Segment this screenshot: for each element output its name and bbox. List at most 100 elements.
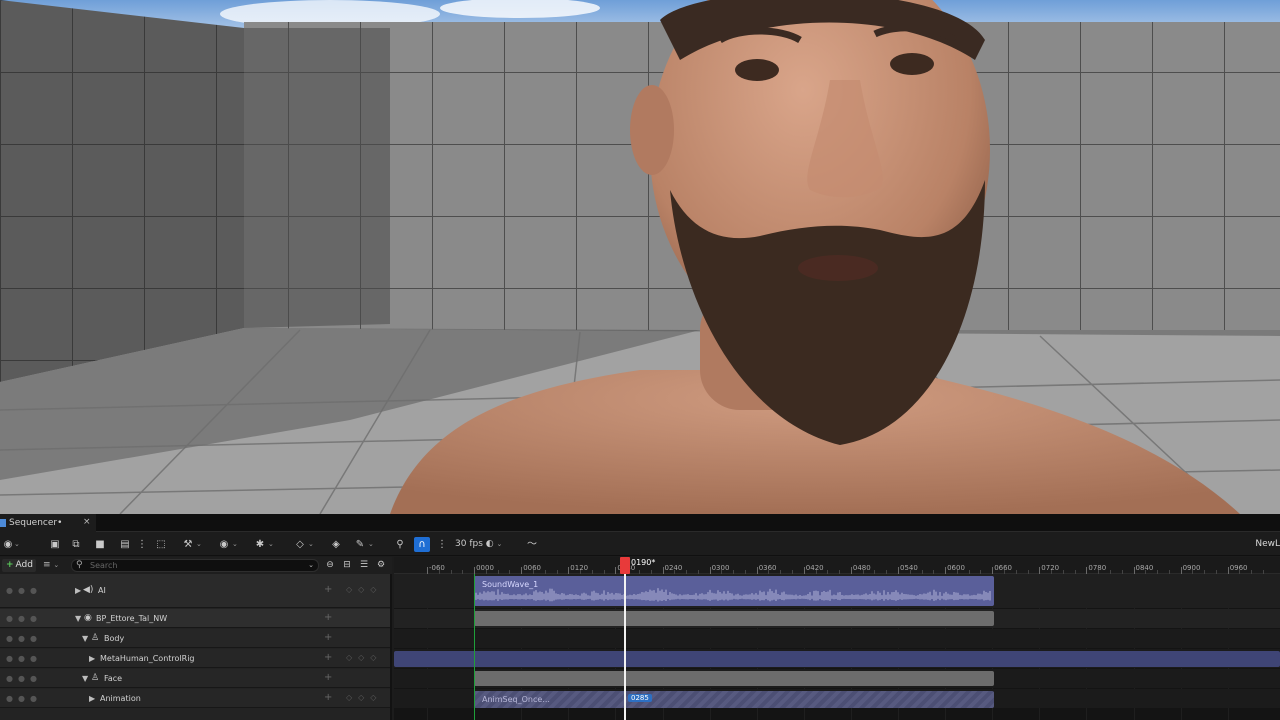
playback-options-icon[interactable]: ✱ <box>252 537 268 552</box>
track-label: Body <box>104 634 125 643</box>
sequencer-tab[interactable]: Sequencer• × <box>0 514 96 532</box>
track-controls[interactable]: ●●● <box>6 694 42 703</box>
track-label: Animation <box>100 694 141 703</box>
add-key-icon[interactable]: + <box>324 672 332 683</box>
key-interp-dropdown-icon[interactable]: ⌄ <box>308 537 314 552</box>
ruler-major-tick <box>1180 567 1182 574</box>
collapse-arrow-icon[interactable]: ▼ <box>75 614 81 623</box>
ruler-major-tick <box>1133 567 1135 574</box>
sequencer-toolbar: ◉ ⌄ ▣ ⧉ ■ ▤ ⋮ ⬚ ⚒ ⌄ ◉ ⌄ ✱ ⌄ ◇ ⌄ ◈ ✎ ⌄ ⚲ … <box>0 533 1280 556</box>
toggle-icon[interactable]: ⊟ <box>341 560 353 571</box>
list-icon[interactable]: ☰ <box>358 560 370 571</box>
camera-icon[interactable]: ■ <box>92 537 108 552</box>
expand-arrow-icon[interactable]: ▶ <box>75 586 81 595</box>
track-controls[interactable]: ●●● <box>6 586 42 595</box>
track-controls[interactable]: ●●● <box>6 674 42 683</box>
frame-rate-selector[interactable]: 30 fps ◐ ⌄ <box>455 537 502 552</box>
track-controls[interactable]: ●●● <box>6 654 42 663</box>
key-navigation[interactable]: ◇◇◇ <box>346 653 382 662</box>
playhead-line[interactable] <box>624 574 626 720</box>
track-label: Face <box>104 674 123 683</box>
key-interpolation-icon[interactable]: ◇ <box>292 537 308 552</box>
audio-waveform <box>475 588 991 602</box>
track-row-audio[interactable]: ●●● ▶ ◀) AI + ◇◇◇ <box>0 574 390 608</box>
face-section-bar[interactable] <box>474 671 994 686</box>
wrench-icon[interactable]: ⚒ <box>180 537 196 552</box>
sequencer-tab-title: Sequencer <box>9 518 58 528</box>
snap-options-icon[interactable]: ⋮ <box>434 537 450 552</box>
track-controls[interactable]: ●●● <box>6 614 42 623</box>
track-row-animation[interactable]: ●●● ▶ Animation + ◇◇◇ <box>0 689 390 708</box>
timeline-area[interactable]: -060000000600120018002400300036004200480… <box>394 557 1280 720</box>
edit-mode-dropdown-icon[interactable]: ⌄ <box>368 537 374 552</box>
ruler-major-tick <box>1039 567 1041 574</box>
settings-gear-icon[interactable]: ⚙ <box>375 560 387 571</box>
close-tab-icon[interactable]: × <box>83 517 91 527</box>
render-movie-icon[interactable]: ▤ <box>117 537 133 552</box>
ruler-major-tick <box>474 567 476 574</box>
filter-button[interactable]: ≡ ⌄ <box>43 559 65 572</box>
playback-dropdown-icon[interactable]: ⌄ <box>268 537 274 552</box>
fps-dropdown-icon: ⌄ <box>496 540 503 548</box>
snap-icon[interactable]: ∩ <box>414 537 430 552</box>
ruler-major-tick <box>1086 567 1088 574</box>
time-ruler[interactable]: -060000000600120018002400300036004200480… <box>394 557 1280 574</box>
add-key-icon[interactable]: + <box>324 692 332 703</box>
export-icon[interactable]: ⬚ <box>153 537 169 552</box>
expand-arrow-icon[interactable]: ▶ <box>89 654 95 663</box>
add-track-button[interactable]: + Add <box>2 559 36 572</box>
view-options-icon[interactable]: ◉ <box>216 537 232 552</box>
playhead-handle[interactable] <box>620 557 630 574</box>
search-icon: ⚲ <box>76 560 83 570</box>
view-dropdown-icon[interactable]: ⌄ <box>232 537 238 552</box>
add-key-icon[interactable]: + <box>324 584 332 595</box>
plus-icon: + <box>6 560 14 570</box>
track-row-actor[interactable]: ●●● ▼ ◉ BP_Ettore_Tal_NW + <box>0 609 390 628</box>
search-placeholder: Search <box>90 561 118 570</box>
track-search-input[interactable]: ⚲ Search ⌄ <box>71 559 319 572</box>
ruler-major-tick <box>1227 567 1229 574</box>
controlrig-section[interactable] <box>394 651 1280 667</box>
track-controls[interactable]: ●●● <box>6 634 42 643</box>
wrench-dropdown-icon[interactable]: ⌄ <box>196 537 202 552</box>
sequencer-panel: Sequencer• × ◉ ⌄ ▣ ⧉ ■ ▤ ⋮ ⬚ ⚒ ⌄ ◉ ⌄ ✱ ⌄… <box>0 514 1280 720</box>
key-navigation[interactable]: ◇◇◇ <box>346 693 382 702</box>
playback-start-marker[interactable] <box>474 574 475 720</box>
key-navigation[interactable]: ◇◇◇ <box>346 585 382 594</box>
add-key-icon[interactable]: + <box>324 612 332 623</box>
edit-mode-icon[interactable]: ✎ <box>352 537 368 552</box>
ruler-major-tick <box>615 567 617 574</box>
collapse-arrow-icon[interactable]: ▼ <box>82 674 88 683</box>
more-options-icon[interactable]: ⋮ <box>134 537 150 552</box>
collapse-icon[interactable]: ⊖ <box>324 560 336 571</box>
animation-section[interactable]: AnimSeq_Once... 0285 <box>474 691 994 708</box>
fps-lock-icon: ◐ <box>485 539 494 549</box>
add-key-icon[interactable]: + <box>324 632 332 643</box>
add-key-icon[interactable]: + <box>324 652 332 663</box>
ruler-major-tick <box>709 567 711 574</box>
ruler-major-tick <box>992 567 994 574</box>
track-row-controlrig[interactable]: ●●● ▶ MetaHuman_ControlRig + ◇◇◇ <box>0 649 390 668</box>
curve-editor-icon[interactable]: 〜 <box>524 537 540 552</box>
frame-badge: 0285 <box>628 694 652 702</box>
ruler-major-tick <box>521 567 523 574</box>
track-row-body[interactable]: ●●● ▼ ♙ Body + <box>0 629 390 648</box>
track-row-face[interactable]: ●●● ▼ ♙ Face + <box>0 669 390 688</box>
collapse-arrow-icon[interactable]: ▼ <box>82 634 88 643</box>
world-dropdown-icon[interactable]: ⌄ <box>14 537 20 552</box>
ruler-major-tick <box>850 567 852 574</box>
audio-section[interactable]: SoundWave_1 <box>474 576 994 606</box>
expand-arrow-icon[interactable]: ▶ <box>89 694 95 703</box>
current-frame-marker: * <box>651 558 656 567</box>
save-icon[interactable]: ▣ <box>47 537 63 552</box>
current-frame-label: 0190* <box>631 558 655 567</box>
ruler-major-tick <box>427 567 428 574</box>
search-dropdown-icon: ⌄ <box>308 561 314 569</box>
marker-icon[interactable]: ⚲ <box>392 537 408 552</box>
auto-key-icon[interactable]: ◈ <box>328 537 344 552</box>
level-viewport[interactable] <box>0 0 1280 514</box>
actor-section-bar[interactable] <box>474 611 994 626</box>
find-in-browser-icon[interactable]: ⧉ <box>68 537 84 552</box>
track-label: MetaHuman_ControlRig <box>100 654 195 663</box>
sequence-name-label: NewL <box>1255 539 1280 549</box>
